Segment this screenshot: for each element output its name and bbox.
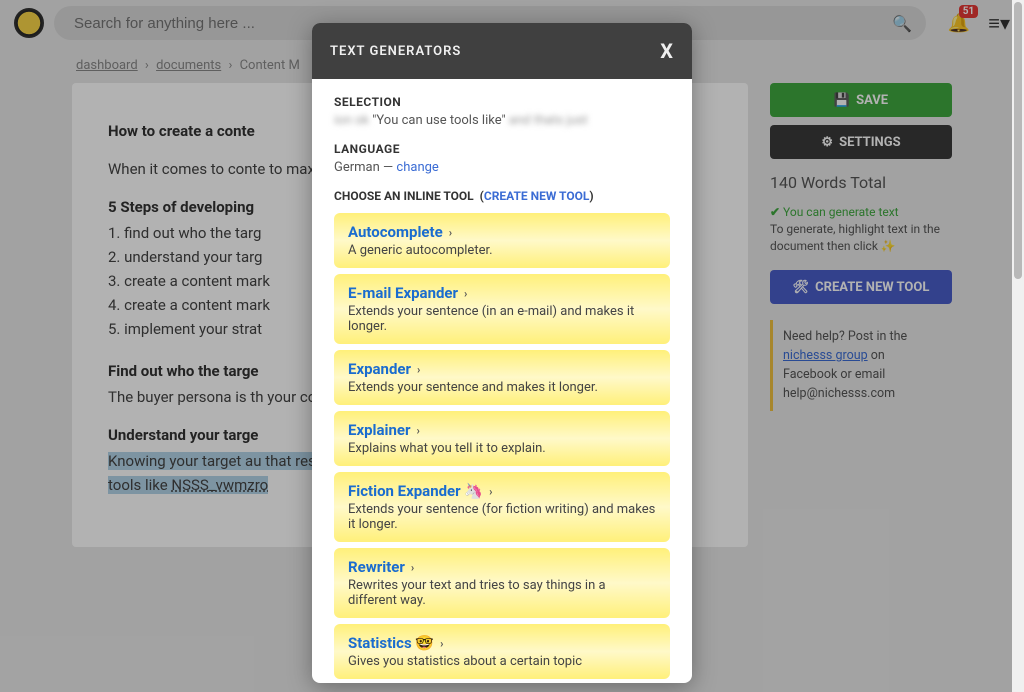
tool-rewriter[interactable]: Rewriter› Rewrites your text and tries t…	[334, 548, 670, 618]
chevron-right-icon: ›	[416, 424, 419, 437]
tool-autocomplete[interactable]: Autocomplete› A generic autocompleter.	[334, 213, 670, 268]
language-label: LANGUAGE	[334, 142, 670, 156]
selection-text: ion ok "You can use tools like" and that…	[334, 113, 670, 128]
close-icon[interactable]: X	[660, 39, 674, 63]
modal-header: TEXT GENERATORS X	[312, 23, 692, 79]
change-language-link[interactable]: change	[396, 160, 438, 175]
modal-title: TEXT GENERATORS	[330, 44, 461, 59]
chevron-right-icon: ›	[417, 363, 420, 376]
chevron-right-icon: ›	[489, 485, 492, 498]
tool-email-expander[interactable]: E-mail Expander› Extends your sentence (…	[334, 274, 670, 344]
chevron-right-icon: ›	[440, 637, 443, 650]
text-generators-modal: TEXT GENERATORS X SELECTION ion ok "You …	[312, 23, 692, 683]
language-value: German — change	[334, 160, 670, 175]
chevron-right-icon: ›	[449, 226, 452, 239]
chevron-right-icon: ›	[464, 287, 467, 300]
modal-body: SELECTION ion ok "You can use tools like…	[312, 79, 692, 683]
tool-explainer[interactable]: Explainer› Explains what you tell it to …	[334, 411, 670, 466]
create-new-tool-link[interactable]: CREATE NEW TOOL	[484, 189, 590, 203]
tool-fiction-expander[interactable]: Fiction Expander 🦄› Extends your sentenc…	[334, 472, 670, 542]
tool-statistics[interactable]: Statistics 🤓› Gives you statistics about…	[334, 624, 670, 679]
tools-list: Autocomplete› A generic autocompleter. E…	[334, 213, 670, 679]
page-scrollbar[interactable]	[1012, 0, 1024, 692]
selection-label: SELECTION	[334, 95, 670, 109]
chevron-right-icon: ›	[411, 561, 414, 574]
scrollbar-thumb[interactable]	[1014, 2, 1022, 279]
choose-tool-label: CHOOSE AN INLINE TOOL (CREATE NEW TOOL)	[334, 189, 670, 203]
tool-expander[interactable]: Expander› Extends your sentence and make…	[334, 350, 670, 405]
